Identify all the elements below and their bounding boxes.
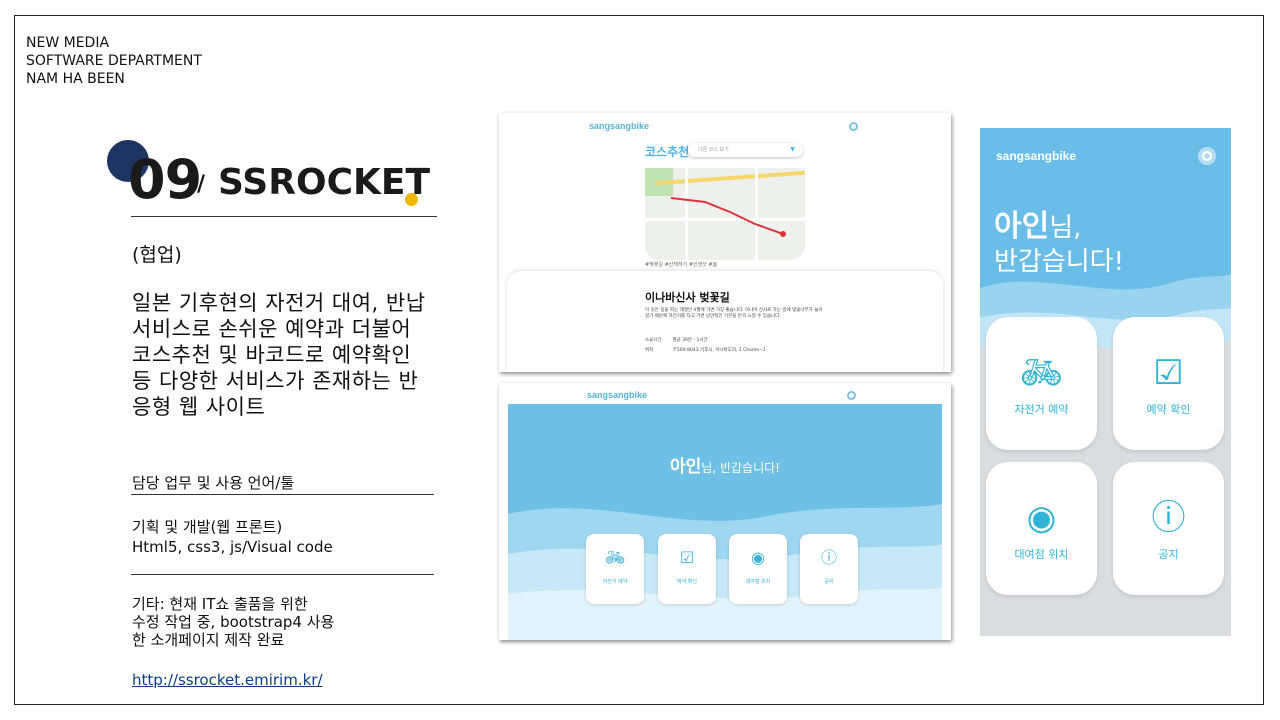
project-description: 일본 기후현의 자전거 대여, 반납 서비스로 손쉬운 예약과 더불어 코스추천… bbox=[132, 290, 452, 420]
description-line: 서비스로 손쉬운 예약과 더불어 bbox=[132, 317, 412, 341]
greeting-line2: 반갑습니다! bbox=[994, 247, 1125, 277]
course-hashtags: #벚꽃길 #산책하기 #인생샷 #봄 bbox=[645, 262, 718, 268]
greeting-name: 아인 bbox=[670, 457, 702, 477]
clipboard-check-icon: ☑ bbox=[679, 548, 695, 567]
role-line: Html5, css3, js/Visual code bbox=[132, 538, 333, 556]
header-line-author: NAM HA BEEN bbox=[26, 71, 125, 87]
wave-background bbox=[508, 504, 942, 640]
course-info-row: 위치 〒500-8043 기후시, 이나바도리, 1 Chome−1 bbox=[645, 347, 766, 353]
greeting-text: 님, 반갑습니다! bbox=[701, 461, 780, 475]
course-info-card bbox=[507, 271, 943, 372]
mobile-greeting: 아인님, 반갑습니다! bbox=[994, 210, 1124, 279]
card-label: 대여점 위치 bbox=[745, 579, 771, 585]
card-notice[interactable]: ⓘ 공지 bbox=[800, 534, 858, 604]
card-bike-reserve[interactable]: 🚲︎ 자전거 예약 bbox=[986, 317, 1097, 450]
brand-logo: sangsangbike bbox=[996, 149, 1077, 163]
info-key: 소요시간 bbox=[645, 338, 662, 343]
project-title: SSROCKET bbox=[218, 162, 431, 203]
info-value: 평균 30분 - 1시간 bbox=[672, 338, 708, 343]
brand-logo: sangsangbike bbox=[589, 121, 650, 131]
title-divider bbox=[131, 216, 437, 217]
header-line-department: SOFTWARE DEPARTMENT bbox=[26, 53, 202, 69]
title-dot-decoration bbox=[405, 193, 418, 206]
card-store-location[interactable]: ◉ 대여점 위치 bbox=[729, 534, 787, 604]
course-place-title: 이나바신사 벚꽃길 bbox=[645, 291, 730, 304]
screenshot-mobile-main: sangsangbike 아인님, 반갑습니다! 🚲︎ 자전거 예약 ☑ 예약 … bbox=[980, 128, 1231, 636]
course-place-description: 이 길은 봄을 피는 계절만 4월에 가면 가장 좋습니다. 이나바 신사로 가… bbox=[645, 308, 823, 319]
desktop-greeting: 아인님, 반갑습니다! bbox=[508, 452, 942, 477]
description-line: 코스추천 및 바코드로 예약확인 bbox=[132, 343, 412, 367]
map-pin-icon: ◉ bbox=[751, 548, 765, 567]
screenshot-course-page: sangsangbike 코스추천 다른 코스 보기 ▼ #벚꽃길 #산책하기 … bbox=[499, 113, 951, 372]
card-reservation-check[interactable]: ☑ 예약 확인 bbox=[1113, 317, 1224, 450]
card-label: 대여점 위치 bbox=[1014, 548, 1069, 561]
exclamation-icon: ⓘ bbox=[1151, 498, 1186, 538]
collab-label: (협업) bbox=[132, 244, 182, 266]
course-map[interactable] bbox=[645, 168, 805, 260]
info-key: 위치 bbox=[645, 348, 654, 353]
card-notice[interactable]: ⓘ 공지 bbox=[1113, 462, 1224, 595]
bicycle-icon: 🚲︎ bbox=[604, 548, 626, 567]
etc-divider bbox=[131, 574, 434, 575]
header-info: NEW MEDIA SOFTWARE DEPARTMENT NAM HA BEE… bbox=[26, 34, 202, 88]
card-label: 자전거 예약 bbox=[602, 579, 628, 585]
brand-logo: sangsangbike bbox=[587, 390, 648, 400]
map-pin-icon: ◉ bbox=[1026, 498, 1057, 538]
map-route-line bbox=[670, 197, 786, 237]
etc-line: 기타: 현재 IT쇼 출품을 위한 bbox=[132, 595, 308, 613]
title-slash: / bbox=[197, 172, 206, 197]
role-line: 기획 및 개발(웹 프론트) bbox=[132, 518, 283, 536]
card-label: 자전거 예약 bbox=[1014, 403, 1069, 416]
bicycle-icon: 🚲︎ bbox=[1019, 353, 1064, 393]
screenshot-desktop-main: sangsangbike 아인님, 반갑습니다! 🚲︎ 자전거 예약 ☑ 예약 … bbox=[499, 383, 951, 640]
course-select-placeholder: 다른 코스 보기 bbox=[698, 147, 729, 153]
card-store-location[interactable]: ◉ 대여점 위치 bbox=[986, 462, 1097, 595]
etc-line: 한 소개페이지 제작 완료 bbox=[132, 631, 285, 649]
card-label: 공지 bbox=[1158, 548, 1179, 561]
info-value: 〒500-8043 기후시, 이나바도리, 1 Chome−1 bbox=[672, 348, 766, 353]
course-info-row: 소요시간 평균 30분 - 1시간 bbox=[645, 337, 708, 343]
clipboard-check-icon: ☑ bbox=[1153, 353, 1184, 393]
card-label: 공지 bbox=[824, 579, 834, 585]
chevron-down-icon: ▼ bbox=[790, 146, 795, 153]
course-select-dropdown[interactable]: 다른 코스 보기 ▼ bbox=[688, 143, 803, 157]
description-line: 등 다양한 서비스가 존재하는 반 bbox=[132, 369, 419, 393]
role-divider bbox=[131, 494, 434, 495]
greeting-name: 아인 bbox=[994, 209, 1050, 244]
gear-icon[interactable] bbox=[1198, 147, 1216, 165]
description-line: 응형 웹 사이트 bbox=[132, 395, 266, 419]
site-link[interactable]: http://ssrocket.emirim.kr/ bbox=[132, 671, 323, 689]
gear-icon bbox=[847, 391, 856, 400]
gear-icon bbox=[849, 122, 858, 131]
etc-line: 수정 작업 중, bootstrap4 사용 bbox=[132, 613, 335, 631]
header-line-department-group: NEW MEDIA bbox=[26, 35, 110, 51]
card-reservation-check[interactable]: ☑ 예약 확인 bbox=[658, 534, 716, 604]
card-label: 예약 확인 bbox=[1146, 403, 1191, 416]
card-bike-reserve[interactable]: 🚲︎ 자전거 예약 bbox=[586, 534, 644, 604]
etc-notes: 기타: 현재 IT쇼 출품을 위한 수정 작업 중, bootstrap4 사용… bbox=[132, 595, 334, 649]
card-label: 예약 확인 bbox=[677, 579, 697, 585]
greeting-suffix: 님, bbox=[1049, 213, 1082, 243]
exclamation-icon: ⓘ bbox=[820, 548, 837, 567]
project-number: 09 bbox=[128, 148, 202, 211]
map-marker-icon bbox=[780, 231, 786, 237]
role-body: 기획 및 개발(웹 프론트) Html5, css3, js/Visual co… bbox=[132, 517, 333, 557]
desktop-hero: 아인님, 반갑습니다! 🚲︎ 자전거 예약 ☑ 예약 확인 ◉ 대여점 위치 ⓘ… bbox=[508, 404, 942, 640]
description-line: 일본 기후현의 자전거 대여, 반납 bbox=[132, 291, 426, 315]
course-section-title: 코스추천 bbox=[645, 145, 690, 159]
role-heading: 담당 업무 및 사용 언어/툴 bbox=[132, 474, 295, 492]
